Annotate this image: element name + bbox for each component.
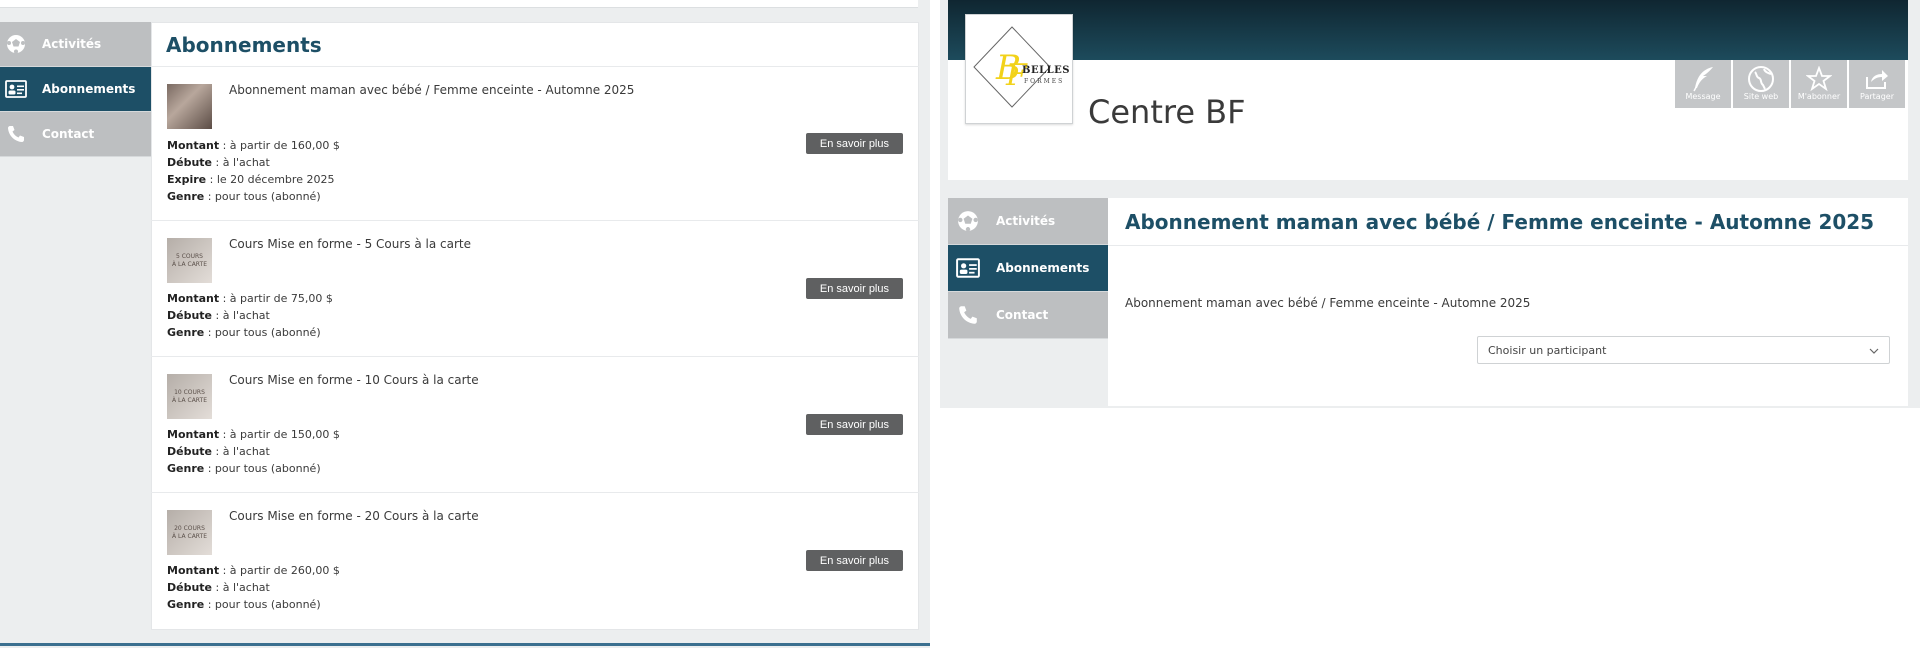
detail-value: : à l'achat [212, 156, 270, 169]
subscription-thumbnail [167, 84, 212, 129]
logo-subtext: FORMES [1024, 78, 1065, 85]
detail-label: Genre [167, 462, 205, 475]
nav-item-label: Contact [42, 127, 95, 141]
nav-item-activites[interactable]: Activités [948, 198, 1108, 245]
header-banner [948, 0, 1908, 60]
website-button[interactable]: Site web [1733, 60, 1789, 108]
subscription-details: Montant : à partir de 260,00 $ Débute : … [167, 562, 340, 613]
soccer-ball-icon [4, 32, 28, 56]
detail-label: Montant [167, 139, 220, 152]
detail-label: Débute [167, 156, 213, 169]
star-icon [1806, 66, 1832, 92]
nav-item-abonnements[interactable]: Abonnements [0, 67, 151, 112]
detail-value: : pour tous (abonné) [204, 190, 321, 203]
participant-select-value: Choisir un participant [1488, 343, 1607, 357]
logo-wordmark: BELLES [1022, 65, 1070, 76]
list-item: 10 COURS À LA CARTE Cours Mise en forme -… [151, 357, 919, 493]
detail-label: Expire [167, 173, 207, 186]
detail-label: Débute [167, 309, 213, 322]
soccer-ball-icon [956, 209, 980, 233]
phone-icon [4, 122, 28, 146]
organization-name: Centre BF [1088, 93, 1246, 131]
en-savoir-plus-button[interactable]: En savoir plus [805, 133, 903, 154]
subscription-name: Abonnement maman avec bébé / Femme encei… [229, 83, 635, 97]
detail-value: : à partir de 75,00 $ [219, 292, 333, 305]
nav-item-label: Abonnements [996, 261, 1090, 275]
detail-label: Débute [167, 581, 213, 594]
id-card-icon [4, 77, 28, 101]
nav-item-contact[interactable]: Contact [0, 112, 151, 157]
detail-label: Montant [167, 428, 220, 441]
nav-item-abonnements[interactable]: Abonnements [948, 245, 1108, 292]
feather-icon [1691, 66, 1715, 92]
subscription-details: Montant : à partir de 160,00 $ Débute : … [167, 137, 340, 205]
detail-value: : à l'achat [212, 581, 270, 594]
action-label: Message [1685, 92, 1721, 101]
detail-value: : à partir de 150,00 $ [219, 428, 340, 441]
share-button[interactable]: Partager [1849, 60, 1905, 108]
share-icon [1864, 66, 1890, 92]
subscription-description: Abonnement maman avec bébé / Femme encei… [1125, 296, 1531, 310]
detail-label: Genre [167, 598, 205, 611]
action-label: Partager [1860, 92, 1894, 101]
subscription-name: Cours Mise en forme - 5 Cours à la carte [229, 237, 472, 251]
page-title: Abonnements [166, 33, 322, 57]
subscription-thumbnail: 5 COURS À LA CARTE [167, 238, 212, 283]
nav-item-label: Activités [996, 214, 1056, 228]
detail-label: Genre [167, 326, 205, 339]
detail-value: : le 20 décembre 2025 [206, 173, 335, 186]
id-card-icon [956, 256, 980, 280]
subscription-thumbnail: 10 COURS À LA CARTE [167, 374, 212, 419]
subscription-name: Cours Mise en forme - 10 Cours à la cart… [229, 373, 479, 387]
nav-item-label: Abonnements [42, 82, 136, 96]
detail-value: : à partir de 160,00 $ [219, 139, 340, 152]
nav-item-label: Contact [996, 308, 1049, 322]
participant-select[interactable]: Choisir un participant [1477, 336, 1890, 364]
phone-icon [956, 303, 980, 327]
detail-value: : pour tous (abonné) [204, 598, 321, 611]
chevron-down-icon [1869, 344, 1879, 357]
detail-value: : à partir de 260,00 $ [219, 564, 340, 577]
divider [0, 643, 930, 646]
detail-label: Genre [167, 190, 205, 203]
detail-value: : pour tous (abonné) [204, 462, 321, 475]
divider [1108, 245, 1908, 246]
top-bar [0, 0, 918, 8]
subscription-details: Montant : à partir de 75,00 $ Débute : à… [167, 290, 333, 341]
subscription-title: Abonnement maman avec bébé / Femme encei… [1125, 210, 1875, 234]
detail-label: Montant [167, 292, 220, 305]
message-button[interactable]: Message [1675, 60, 1731, 108]
list-item: 20 COURS À LA CARTE Cours Mise en forme -… [151, 493, 919, 630]
nav-item-activites[interactable]: Activités [0, 22, 151, 67]
action-label: M'abonner [1797, 92, 1841, 101]
nav-item-label: Activités [42, 37, 102, 51]
detail-label: Montant [167, 564, 220, 577]
en-savoir-plus-button[interactable]: En savoir plus [805, 278, 903, 299]
detail-value: : à l'achat [212, 445, 270, 458]
subscription-name: Cours Mise en forme - 20 Cours à la cart… [229, 509, 479, 523]
en-savoir-plus-button[interactable]: En savoir plus [805, 550, 903, 571]
en-savoir-plus-button[interactable]: En savoir plus [805, 414, 903, 435]
globe-icon [1748, 66, 1774, 92]
list-item: 5 COURS À LA CARTE Cours Mise en forme - … [151, 221, 919, 357]
detail-value: : pour tous (abonné) [204, 326, 321, 339]
subscription-thumbnail: 20 COURS À LA CARTE [167, 510, 212, 555]
subscribe-button[interactable]: M'abonner [1791, 60, 1847, 108]
subscription-details: Montant : à partir de 150,00 $ Débute : … [167, 426, 340, 477]
detail-label: Débute [167, 445, 213, 458]
list-item: Abonnement maman avec bébé / Femme encei… [151, 67, 919, 221]
action-label: Site web [1743, 92, 1779, 101]
nav-item-contact[interactable]: Contact [948, 292, 1108, 339]
organization-logo: B F BELLES FORMES [965, 14, 1073, 124]
detail-value: : à l'achat [212, 309, 270, 322]
